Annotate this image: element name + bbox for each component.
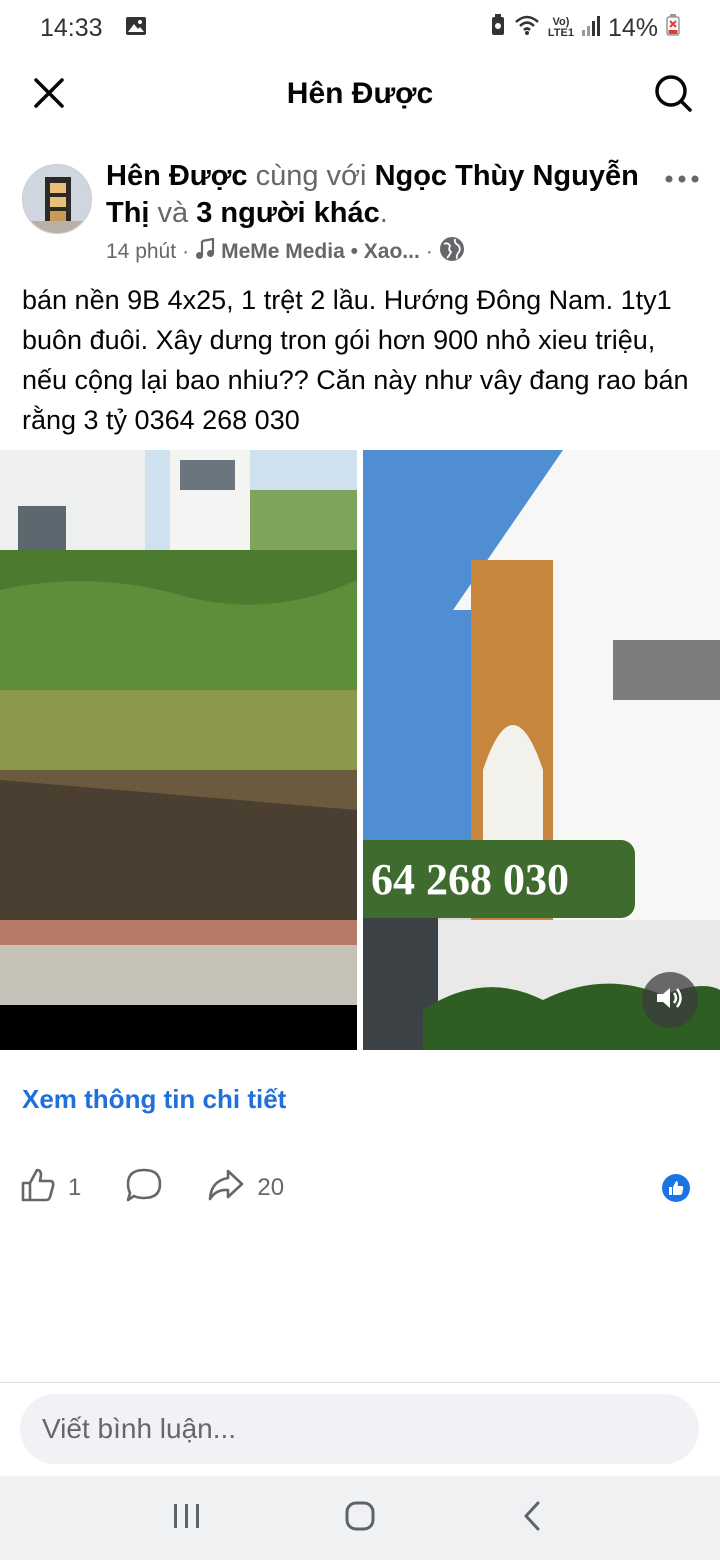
others-link[interactable]: 3 người khác	[196, 197, 379, 229]
battery-icon	[666, 13, 680, 43]
home-icon	[344, 1500, 376, 1537]
back-icon	[522, 1500, 544, 1537]
network-label: Vo) LTE1	[547, 16, 574, 39]
author-name[interactable]: Hên Được	[106, 160, 248, 192]
post-author-line: Hên Được cùng với Ngọc Thùy Nguyễn Thị v…	[106, 158, 666, 232]
and-word: và	[149, 197, 197, 229]
signal-icon	[581, 14, 600, 43]
more-icon	[665, 170, 699, 188]
post-time[interactable]: 14 phút	[106, 240, 176, 264]
close-button[interactable]	[24, 70, 74, 120]
image-icon	[125, 14, 147, 43]
share-count: 20	[257, 1174, 285, 1201]
post-text: bán nền 9B 4x25, 1 trệt 2 lầu. Hướng Đôn…	[22, 285, 689, 435]
period: .	[379, 197, 388, 229]
post-actions: 1 20	[20, 1166, 710, 1210]
music-icon	[195, 237, 215, 266]
meta-dot: ·	[182, 240, 190, 263]
recent-apps-button[interactable]	[152, 1488, 222, 1548]
post-media[interactable]: 64 268 030	[0, 450, 720, 1050]
volume-button[interactable]	[642, 972, 698, 1028]
recent-apps-icon	[172, 1502, 202, 1535]
page-title: Hên Được	[286, 77, 434, 110]
like-count: 1	[68, 1174, 82, 1201]
top-app-bar: Hên Được	[0, 56, 720, 132]
volume-icon	[655, 985, 685, 1016]
comment-button[interactable]	[125, 1167, 163, 1210]
post-image-house[interactable]: 64 268 030	[363, 450, 720, 1050]
share-icon	[207, 1168, 245, 1209]
close-icon	[33, 77, 65, 114]
status-time: 14:33	[40, 13, 103, 42]
post-image-lot[interactable]	[0, 450, 357, 1050]
home-button[interactable]	[325, 1488, 395, 1548]
search-icon	[653, 73, 693, 118]
like-button[interactable]: 1	[20, 1167, 81, 1210]
meta-dot-2: ·	[425, 240, 433, 263]
comment-icon	[125, 1167, 163, 1210]
share-button[interactable]: 20	[207, 1168, 284, 1209]
globe-icon	[439, 236, 465, 268]
wifi-icon	[514, 14, 540, 43]
post-header: Hên Được cùng với Ngọc Thùy Nguyễn Thị v…	[0, 154, 720, 274]
music-label[interactable]: MeMe Media • Xao...	[221, 240, 420, 264]
see-details-link[interactable]: Xem thông tin chi tiết	[22, 1084, 286, 1115]
divider	[0, 1382, 720, 1383]
like-icon	[20, 1167, 56, 1210]
battery-percent: 14%	[607, 13, 658, 42]
back-button[interactable]	[498, 1488, 568, 1548]
more-options-button[interactable]	[662, 164, 702, 194]
with-word: cùng với	[247, 160, 375, 192]
post-meta: 14 phút · MeMe Media • Xao... ·	[106, 236, 465, 268]
comment-input[interactable]	[20, 1394, 699, 1464]
like-badge-icon	[662, 1174, 690, 1202]
status-bar: 14:33 Vo) LTE1 14%	[0, 0, 720, 56]
battery-saver-icon	[490, 13, 506, 43]
search-button[interactable]	[648, 70, 698, 120]
avatar[interactable]	[22, 164, 92, 234]
system-nav-bar	[0, 1476, 720, 1560]
image-phone-overlay: 64 268 030	[363, 840, 635, 918]
